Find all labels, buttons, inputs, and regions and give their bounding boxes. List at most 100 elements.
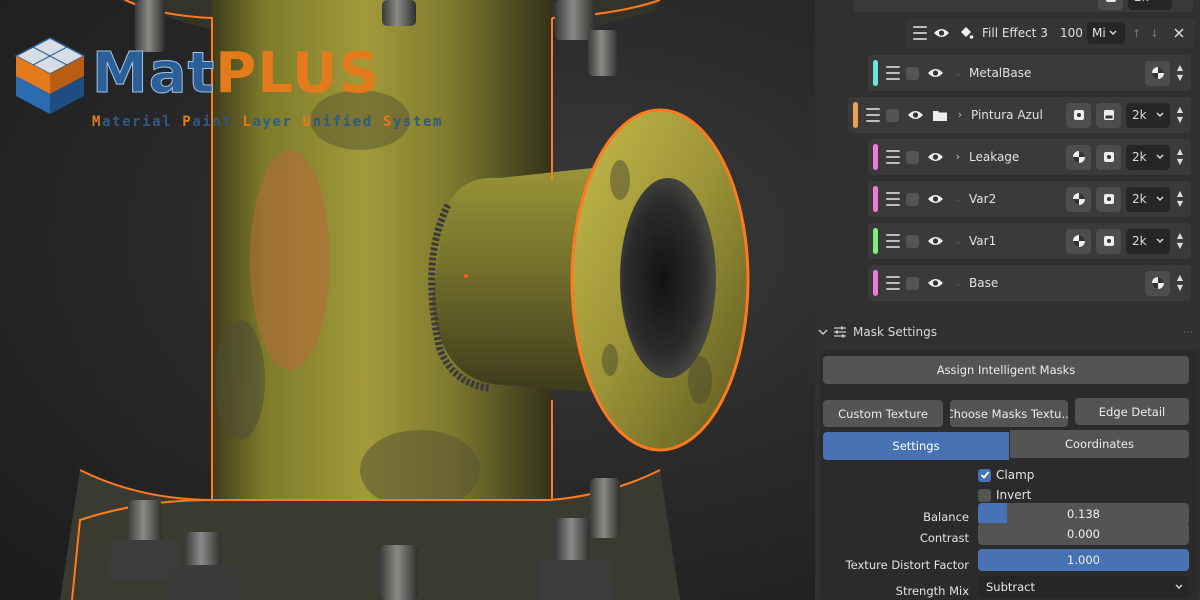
mask-icon[interactable] bbox=[1066, 186, 1091, 212]
matplus-logo: MatPLUS Material Paint Layer Unified Sys… bbox=[12, 36, 482, 136]
texture-icon[interactable] bbox=[1066, 102, 1091, 128]
move-arrows[interactable]: ▲ ▼ bbox=[1175, 273, 1185, 293]
move-arrows[interactable]: ▲ ▼ bbox=[1175, 231, 1185, 251]
layer-name: MetalBase bbox=[969, 66, 1032, 80]
chevron-down-icon bbox=[1156, 238, 1164, 243]
layer-row-partial[interactable]: 2k ▲ bbox=[853, 0, 1193, 12]
texture-distort-slider[interactable]: 1.000 bbox=[978, 549, 1189, 571]
layer-name: Base bbox=[969, 276, 999, 290]
texture-icon[interactable] bbox=[1096, 228, 1121, 254]
clamp-checkbox[interactable] bbox=[978, 468, 991, 482]
chevron-down-icon: ⌄ bbox=[953, 234, 963, 247]
fill-effect-opacity[interactable]: 100 bbox=[1060, 26, 1083, 40]
layer-color-strip bbox=[873, 60, 878, 86]
logo-subtitle-segment: aint bbox=[192, 114, 243, 130]
pipe-bore bbox=[620, 178, 716, 378]
resolution-value: 2k bbox=[1134, 0, 1149, 4]
strength-mix-select[interactable]: Subtract bbox=[978, 576, 1189, 598]
chevron-down-icon[interactable] bbox=[818, 327, 828, 337]
layer-checkbox[interactable] bbox=[906, 192, 919, 206]
layer-row[interactable]: ⌄ MetalBase ▲ ▼ bbox=[868, 55, 1191, 91]
logo-subtitle: Material Paint Layer Unified System bbox=[92, 114, 443, 130]
fill-effect-name: Fill Effect 3 bbox=[982, 26, 1048, 40]
mask-icon[interactable] bbox=[1066, 144, 1091, 170]
close-icon[interactable] bbox=[1174, 28, 1184, 38]
drag-handle-icon[interactable] bbox=[886, 192, 900, 206]
custom-texture-button[interactable]: Custom Texture bbox=[823, 400, 943, 427]
drag-handle-icon[interactable] bbox=[886, 66, 900, 80]
eye-icon[interactable] bbox=[927, 151, 944, 163]
3d-viewport[interactable]: MatPLUS Material Paint Layer Unified Sys… bbox=[0, 0, 815, 600]
layer-checkbox[interactable] bbox=[906, 276, 919, 290]
layer-checkbox[interactable] bbox=[886, 108, 899, 122]
layer-row[interactable]: ⌄ Base ▲ ▼ bbox=[868, 265, 1191, 301]
contrast-slider[interactable]: 0.000 bbox=[978, 523, 1189, 545]
eye-icon[interactable] bbox=[927, 67, 944, 79]
edge-detail-button[interactable]: Edge Detail bbox=[1075, 398, 1189, 425]
mask-icon[interactable] bbox=[1145, 270, 1170, 296]
panel-grip-icon[interactable]: ⋯ bbox=[1183, 327, 1194, 338]
mask-settings-header[interactable]: Mask Settings ⋯ bbox=[815, 320, 1200, 344]
texture-icon[interactable] bbox=[1096, 144, 1121, 170]
assign-intelligent-masks-button[interactable]: Assign Intelligent Masks bbox=[823, 356, 1189, 384]
drag-handle-icon[interactable] bbox=[886, 234, 900, 248]
layer-name: Var1 bbox=[969, 234, 997, 248]
move-arrows[interactable]: ▲ bbox=[1177, 0, 1187, 2]
eye-icon[interactable] bbox=[927, 277, 944, 289]
layer-row[interactable]: › Leakage 2k ▲ ▼ bbox=[868, 139, 1191, 175]
chevron-down-icon bbox=[1156, 112, 1164, 117]
resolution-select[interactable]: 2k bbox=[1126, 144, 1170, 170]
drag-handle-icon[interactable] bbox=[886, 150, 900, 164]
contrast-value: 0.000 bbox=[1067, 527, 1100, 541]
resolution-select[interactable]: 2k bbox=[1126, 102, 1170, 128]
move-arrows[interactable]: ▲ ▼ bbox=[1175, 63, 1185, 83]
chevron-right-icon[interactable]: › bbox=[952, 151, 964, 163]
drag-handle-icon[interactable] bbox=[913, 26, 927, 40]
balance-slider[interactable]: 0.138 bbox=[978, 503, 1189, 525]
layer-checkbox[interactable] bbox=[906, 150, 919, 164]
image-icon[interactable] bbox=[1096, 102, 1121, 128]
layer-row[interactable]: ⌄ Var1 2k ▲ ▼ bbox=[868, 223, 1191, 259]
blend-mode-value: Mi bbox=[1092, 26, 1106, 40]
layer-color-strip bbox=[873, 270, 878, 296]
resolution-select[interactable]: 2k bbox=[1128, 0, 1172, 10]
layer-checkbox[interactable] bbox=[906, 234, 919, 248]
blend-mode-select[interactable]: Mi bbox=[1087, 22, 1125, 44]
move-up-icon[interactable]: ↑ bbox=[1132, 27, 1141, 40]
texture-distort-label: Texture Distort Factor bbox=[845, 558, 969, 572]
invert-checkbox-row[interactable]: Invert bbox=[978, 487, 1031, 503]
invert-checkbox[interactable] bbox=[978, 488, 991, 502]
resolution-select[interactable]: 2k bbox=[1126, 228, 1170, 254]
eye-icon[interactable] bbox=[933, 27, 950, 39]
layer-checkbox[interactable] bbox=[906, 66, 919, 80]
mask-icon[interactable] bbox=[1066, 228, 1091, 254]
layer-name: Var2 bbox=[969, 192, 997, 206]
mask-icon[interactable] bbox=[1145, 60, 1170, 86]
logo-title-mat: Mat bbox=[91, 41, 216, 106]
logo-subtitle-segment: ystem bbox=[392, 114, 444, 130]
tab-coordinates[interactable]: Coordinates bbox=[1010, 430, 1189, 458]
fill-effect-row[interactable]: Fill Effect 3 100 Mi ↑ ↓ bbox=[905, 18, 1195, 48]
eye-icon[interactable] bbox=[927, 235, 944, 247]
drag-handle-icon[interactable] bbox=[886, 276, 900, 290]
choose-masks-texture-button[interactable]: Choose Masks Textu... bbox=[950, 400, 1068, 427]
clamp-checkbox-row[interactable]: Clamp bbox=[978, 467, 1034, 483]
logo-subtitle-segment: L bbox=[242, 114, 253, 130]
layer-row[interactable]: ⌄ Var2 2k ▲ ▼ bbox=[868, 181, 1191, 217]
move-arrows[interactable]: ▲ ▼ bbox=[1175, 147, 1185, 167]
resolution-select[interactable]: 2k bbox=[1126, 186, 1170, 212]
move-arrows[interactable]: ▲ ▼ bbox=[1175, 189, 1185, 209]
layer-color-strip bbox=[873, 186, 878, 212]
move-arrows[interactable]: ▲ ▼ bbox=[1175, 105, 1185, 125]
chevron-right-icon[interactable]: › bbox=[954, 109, 966, 121]
move-down-icon[interactable]: ↓ bbox=[1150, 27, 1159, 40]
eye-icon[interactable] bbox=[927, 193, 944, 205]
eye-icon[interactable] bbox=[907, 109, 924, 121]
chevron-down-icon: ⌄ bbox=[953, 276, 963, 289]
mask-settings-title: Mask Settings bbox=[853, 325, 937, 339]
tab-settings[interactable]: Settings bbox=[823, 432, 1009, 460]
texture-icon[interactable] bbox=[1098, 0, 1123, 10]
layer-row[interactable]: › Pintura Azul 2k ▲ ▼ bbox=[848, 97, 1191, 133]
drag-handle-icon[interactable] bbox=[866, 108, 880, 122]
texture-icon[interactable] bbox=[1096, 186, 1121, 212]
